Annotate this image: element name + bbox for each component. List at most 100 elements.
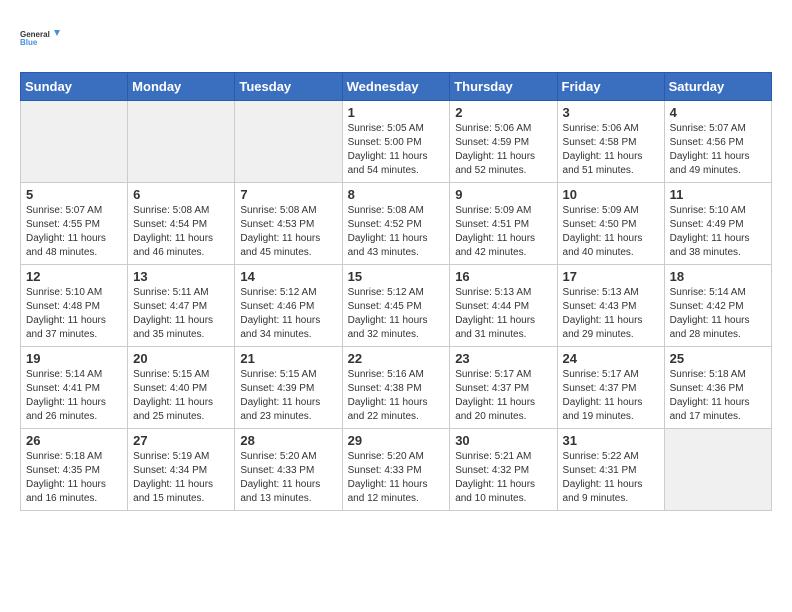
calendar-cell: 28Sunrise: 5:20 AM Sunset: 4:33 PM Dayli… (235, 429, 342, 511)
calendar-cell: 9 Sunrise: 5:09 AM Sunset: 4:51 PM Daylig… (450, 183, 557, 265)
day-number: 24 (563, 351, 659, 366)
cell-content: Sunrise: 5:14 AM Sunset: 4:42 PM Dayligh… (670, 286, 766, 342)
cell-content: Sunrise: 5:05 AM Sunset: 5:00 PM Dayligh… (348, 122, 445, 178)
cell-content: Sunrise: 5:10 AM Sunset: 4:48 PM Dayligh… (26, 286, 122, 342)
cell-content: Sunrise: 5:15 AM Sunset: 4:39 PM Dayligh… (240, 368, 336, 424)
cell-content: Sunrise: 5:07 AM Sunset: 4:55 PM Dayligh… (26, 204, 122, 260)
day-number: 28 (240, 433, 336, 448)
day-number: 1 (348, 105, 445, 120)
calendar-cell (235, 101, 342, 183)
day-number: 31 (563, 433, 659, 448)
calendar-cell: 5 Sunrise: 5:07 AM Sunset: 4:55 PM Daylig… (21, 183, 128, 265)
calendar-cell: 10 Sunrise: 5:09 AM Sunset: 4:50 PM Dayli… (557, 183, 664, 265)
day-number: 29 (348, 433, 445, 448)
calendar-cell: 6 Sunrise: 5:08 AM Sunset: 4:54 PM Daylig… (128, 183, 235, 265)
day-number: 15 (348, 269, 445, 284)
calendar-cell: 25 Sunrise: 5:18 AM Sunset: 4:36 PM Dayli… (664, 347, 771, 429)
day-number: 8 (348, 187, 445, 202)
day-number: 23 (455, 351, 551, 366)
calendar-cell (664, 429, 771, 511)
calendar-cell: 31 Sunrise: 5:22 AM Sunset: 4:31 PM Dayli… (557, 429, 664, 511)
calendar-cell: 29 Sunrise: 5:20 AM Sunset: 4:33 PM Dayli… (342, 429, 450, 511)
header-monday: Monday (128, 73, 235, 101)
calendar-cell: 18 Sunrise: 5:14 AM Sunset: 4:42 PM Dayli… (664, 265, 771, 347)
calendar-cell (128, 101, 235, 183)
calendar-table: SundayMondayTuesdayWednesdayThursdayFrid… (20, 72, 772, 511)
cell-content: Sunrise: 5:10 AM Sunset: 4:49 PM Dayligh… (670, 204, 766, 260)
logo: General Blue (20, 20, 60, 56)
cell-content: Sunrise: 5:22 AM Sunset: 4:31 PM Dayligh… (563, 450, 659, 506)
calendar-cell: 30 Sunrise: 5:21 AM Sunset: 4:32 PM Dayli… (450, 429, 557, 511)
calendar-week-row: 26 Sunrise: 5:18 AM Sunset: 4:35 PM Dayli… (21, 429, 772, 511)
calendar-week-row: 19 Sunrise: 5:14 AM Sunset: 4:41 PM Dayli… (21, 347, 772, 429)
calendar-cell: 14Sunrise: 5:12 AM Sunset: 4:46 PM Dayli… (235, 265, 342, 347)
calendar-cell: 20Sunrise: 5:15 AM Sunset: 4:40 PM Dayli… (128, 347, 235, 429)
cell-content: Sunrise: 5:18 AM Sunset: 4:35 PM Dayligh… (26, 450, 122, 506)
cell-content: Sunrise: 5:06 AM Sunset: 4:58 PM Dayligh… (563, 122, 659, 178)
day-number: 14 (240, 269, 336, 284)
day-number: 9 (455, 187, 551, 202)
day-number: 3 (563, 105, 659, 120)
calendar-cell: 26 Sunrise: 5:18 AM Sunset: 4:35 PM Dayli… (21, 429, 128, 511)
day-number: 11 (670, 187, 766, 202)
calendar-cell: 1 Sunrise: 5:05 AM Sunset: 5:00 PM Daylig… (342, 101, 450, 183)
calendar-cell: 19 Sunrise: 5:14 AM Sunset: 4:41 PM Dayli… (21, 347, 128, 429)
calendar-week-row: 1 Sunrise: 5:05 AM Sunset: 5:00 PM Daylig… (21, 101, 772, 183)
calendar-cell: 22 Sunrise: 5:16 AM Sunset: 4:38 PM Dayli… (342, 347, 450, 429)
cell-content: Sunrise: 5:09 AM Sunset: 4:50 PM Dayligh… (563, 204, 659, 260)
cell-content: Sunrise: 5:12 AM Sunset: 4:45 PM Dayligh… (348, 286, 445, 342)
cell-content: Sunrise: 5:07 AM Sunset: 4:56 PM Dayligh… (670, 122, 766, 178)
header-friday: Friday (557, 73, 664, 101)
cell-content: Sunrise: 5:20 AM Sunset: 4:33 PM Dayligh… (348, 450, 445, 506)
cell-content: Sunrise: 5:11 AM Sunset: 4:47 PM Dayligh… (133, 286, 229, 342)
day-number: 6 (133, 187, 229, 202)
cell-content: Sunrise: 5:13 AM Sunset: 4:44 PM Dayligh… (455, 286, 551, 342)
day-number: 5 (26, 187, 122, 202)
calendar-cell: 23 Sunrise: 5:17 AM Sunset: 4:37 PM Dayli… (450, 347, 557, 429)
day-number: 22 (348, 351, 445, 366)
cell-content: Sunrise: 5:14 AM Sunset: 4:41 PM Dayligh… (26, 368, 122, 424)
cell-content: Sunrise: 5:09 AM Sunset: 4:51 PM Dayligh… (455, 204, 551, 260)
day-number: 7 (240, 187, 336, 202)
day-number: 25 (670, 351, 766, 366)
cell-content: Sunrise: 5:17 AM Sunset: 4:37 PM Dayligh… (563, 368, 659, 424)
cell-content: Sunrise: 5:17 AM Sunset: 4:37 PM Dayligh… (455, 368, 551, 424)
calendar-cell: 2 Sunrise: 5:06 AM Sunset: 4:59 PM Daylig… (450, 101, 557, 183)
cell-content: Sunrise: 5:18 AM Sunset: 4:36 PM Dayligh… (670, 368, 766, 424)
day-number: 19 (26, 351, 122, 366)
calendar-cell: 16 Sunrise: 5:13 AM Sunset: 4:44 PM Dayli… (450, 265, 557, 347)
calendar-cell: 7 Sunrise: 5:08 AM Sunset: 4:53 PM Daylig… (235, 183, 342, 265)
calendar-cell: 12Sunrise: 5:10 AM Sunset: 4:48 PM Dayli… (21, 265, 128, 347)
calendar-cell: 11 Sunrise: 5:10 AM Sunset: 4:49 PM Dayli… (664, 183, 771, 265)
calendar-cell: 27 Sunrise: 5:19 AM Sunset: 4:34 PM Dayli… (128, 429, 235, 511)
day-number: 10 (563, 187, 659, 202)
day-number: 16 (455, 269, 551, 284)
header-tuesday: Tuesday (235, 73, 342, 101)
calendar-header-row: SundayMondayTuesdayWednesdayThursdayFrid… (21, 73, 772, 101)
day-number: 26 (26, 433, 122, 448)
day-number: 21 (240, 351, 336, 366)
calendar-cell: 8Sunrise: 5:08 AM Sunset: 4:52 PM Daylig… (342, 183, 450, 265)
calendar-cell: 4Sunrise: 5:07 AM Sunset: 4:56 PM Daylig… (664, 101, 771, 183)
header-thursday: Thursday (450, 73, 557, 101)
cell-content: Sunrise: 5:06 AM Sunset: 4:59 PM Dayligh… (455, 122, 551, 178)
cell-content: Sunrise: 5:16 AM Sunset: 4:38 PM Dayligh… (348, 368, 445, 424)
day-number: 17 (563, 269, 659, 284)
calendar-cell (21, 101, 128, 183)
logo-svg: General Blue (20, 20, 60, 56)
cell-content: Sunrise: 5:21 AM Sunset: 4:32 PM Dayligh… (455, 450, 551, 506)
cell-content: Sunrise: 5:08 AM Sunset: 4:54 PM Dayligh… (133, 204, 229, 260)
day-number: 27 (133, 433, 229, 448)
page-header: General Blue (20, 20, 772, 56)
day-number: 13 (133, 269, 229, 284)
day-number: 30 (455, 433, 551, 448)
calendar-cell: 13 Sunrise: 5:11 AM Sunset: 4:47 PM Dayli… (128, 265, 235, 347)
day-number: 18 (670, 269, 766, 284)
cell-content: Sunrise: 5:19 AM Sunset: 4:34 PM Dayligh… (133, 450, 229, 506)
day-number: 2 (455, 105, 551, 120)
cell-content: Sunrise: 5:08 AM Sunset: 4:53 PM Dayligh… (240, 204, 336, 260)
calendar-cell: 3 Sunrise: 5:06 AM Sunset: 4:58 PM Daylig… (557, 101, 664, 183)
calendar-week-row: 12Sunrise: 5:10 AM Sunset: 4:48 PM Dayli… (21, 265, 772, 347)
calendar-cell: 24 Sunrise: 5:17 AM Sunset: 4:37 PM Dayli… (557, 347, 664, 429)
calendar-week-row: 5 Sunrise: 5:07 AM Sunset: 4:55 PM Daylig… (21, 183, 772, 265)
